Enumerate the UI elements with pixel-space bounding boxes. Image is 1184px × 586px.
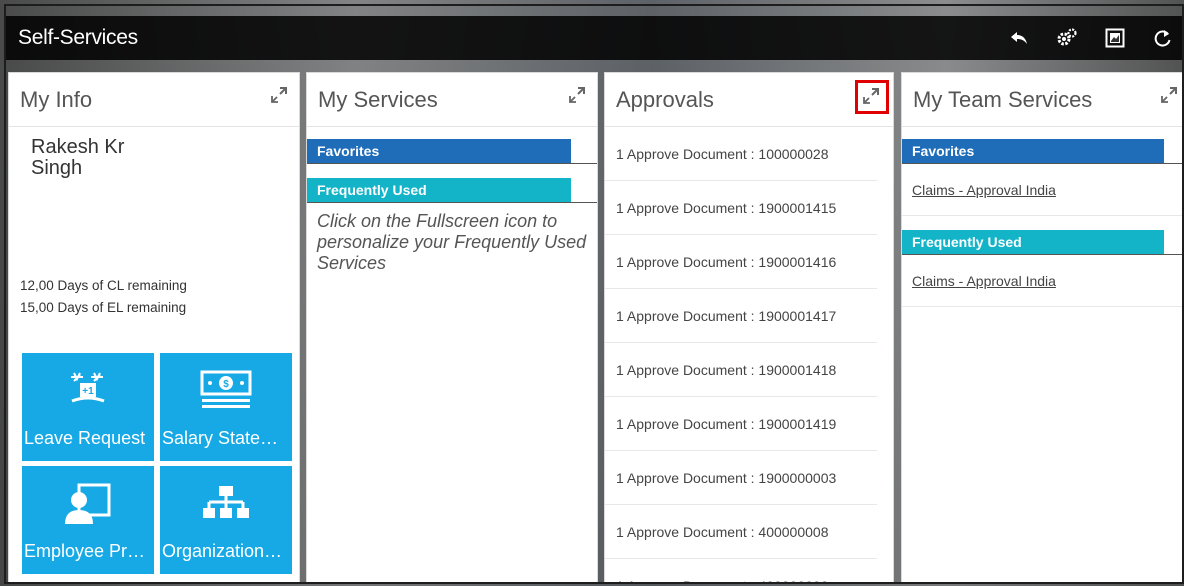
- refresh-icon[interactable]: [1152, 27, 1174, 49]
- salary-icon: $: [199, 369, 253, 416]
- claims-approval-link[interactable]: Claims - Approval India: [902, 164, 1182, 216]
- approval-item[interactable]: 1 Approve Document : 1900001417: [605, 289, 877, 343]
- tile-title: My Team Services: [913, 86, 1093, 112]
- page-title: Self-Services: [18, 26, 138, 49]
- tile-header: My Team Services: [902, 73, 1182, 127]
- settings-icon[interactable]: [1056, 27, 1078, 49]
- launchpad: Self-Services My Info Rakesh Kr Singh 12…: [4, 4, 1184, 584]
- cl-remaining: 12,00 Days of CL remaining: [20, 278, 187, 293]
- personalize-hint: Click on the Fullscreen icon to personal…: [317, 211, 587, 273]
- employee-icon: [63, 482, 113, 531]
- approval-item[interactable]: 1 Approve Document : 1900001415: [605, 181, 877, 235]
- employee-name: Rakesh Kr Singh: [31, 137, 299, 179]
- claims-approval-link[interactable]: Claims - Approval India: [902, 255, 1182, 307]
- favorites-header[interactable]: Favorites: [307, 139, 571, 163]
- approval-item[interactable]: 1 Approve Document : 400000008: [605, 505, 877, 559]
- expand-icon[interactable]: [855, 80, 889, 114]
- approval-item[interactable]: 1 Approve Document : 100000028: [605, 127, 877, 181]
- approval-item[interactable]: 1 Approve Document : 1900001419: [605, 397, 877, 451]
- team-frequently-used-header[interactable]: Frequently Used: [902, 230, 1164, 254]
- organization-icon: [201, 482, 251, 531]
- app-label: Organization…: [162, 541, 283, 561]
- approval-item[interactable]: 1 Approve Document : 400000009: [605, 559, 877, 583]
- salary-statement-app[interactable]: $ Salary State…: [160, 353, 292, 461]
- approval-item[interactable]: 1 Approve Document : 1900001418: [605, 343, 877, 397]
- tile-title: Approvals: [616, 86, 714, 112]
- back-icon[interactable]: [1008, 27, 1030, 49]
- el-remaining: 15,00 Days of EL remaining: [20, 300, 187, 315]
- top-bar: Self-Services: [6, 16, 1182, 60]
- my-services-tile[interactable]: My Services Favorites Frequently Used Cl…: [306, 72, 598, 582]
- organization-app[interactable]: Organization…: [160, 466, 292, 574]
- name-line-1: Rakesh Kr: [31, 136, 125, 158]
- approval-item[interactable]: 1 Approve Document : 1900000003: [605, 451, 877, 505]
- tile-header: Approvals: [605, 73, 893, 127]
- approval-item[interactable]: 1 Approve Document : 1900001416: [605, 235, 877, 289]
- svg-text:$: $: [223, 379, 229, 390]
- tile-header: My Services: [307, 73, 597, 127]
- expand-icon[interactable]: [269, 85, 291, 107]
- team-frequently-used-section: Frequently Used: [902, 230, 1182, 255]
- toolbar-actions: [1008, 27, 1174, 49]
- tile-title: My Info: [20, 86, 93, 112]
- image-icon[interactable]: [1104, 27, 1126, 49]
- team-favorites-header[interactable]: Favorites: [902, 139, 1164, 163]
- svg-text:+1: +1: [82, 386, 94, 397]
- approvals-list: 1 Approve Document : 100000028 1 Approve…: [605, 127, 893, 583]
- my-info-tile[interactable]: My Info Rakesh Kr Singh 12,00 Days of CL…: [8, 72, 300, 582]
- tile-title: My Services: [318, 86, 438, 112]
- app-label: Employee Pr…: [24, 541, 146, 561]
- my-team-services-tile[interactable]: My Team Services Favorites Claims - Appr…: [901, 72, 1182, 582]
- approvals-tile[interactable]: Approvals 1 Approve Document : 100000028…: [604, 72, 894, 583]
- app-label: Leave Request: [24, 428, 146, 448]
- leave-request-app[interactable]: +1 Leave Request: [22, 353, 154, 461]
- favorites-section: Favorites: [307, 139, 597, 164]
- employee-profile-app[interactable]: Employee Pr…: [22, 466, 154, 574]
- leave-icon: +1: [66, 369, 110, 414]
- expand-icon[interactable]: [567, 85, 589, 107]
- expand-icon[interactable]: [1159, 85, 1181, 107]
- tile-header: My Info: [9, 73, 299, 127]
- app-label: Salary State…: [162, 428, 279, 448]
- frequently-used-section: Frequently Used: [307, 178, 597, 203]
- team-favorites-section: Favorites: [902, 139, 1182, 164]
- frequently-used-header[interactable]: Frequently Used: [307, 178, 571, 202]
- name-line-2: Singh: [31, 157, 83, 179]
